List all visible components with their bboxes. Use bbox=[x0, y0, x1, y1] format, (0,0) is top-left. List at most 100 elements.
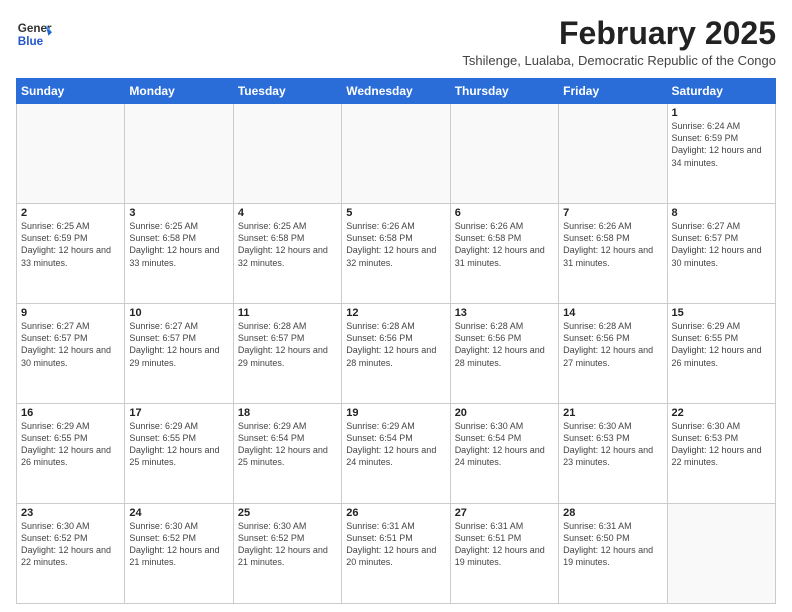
header-row: General Blue February 2025 Tshilenge, Lu… bbox=[16, 16, 776, 68]
day-number: 13 bbox=[455, 307, 554, 319]
day-info: Sunrise: 6:28 AM Sunset: 6:56 PM Dayligh… bbox=[455, 320, 554, 369]
weekday-header-thursday: Thursday bbox=[450, 79, 558, 104]
day-info: Sunrise: 6:30 AM Sunset: 6:54 PM Dayligh… bbox=[455, 420, 554, 469]
calendar-cell: 7Sunrise: 6:26 AM Sunset: 6:58 PM Daylig… bbox=[559, 204, 667, 304]
calendar-cell bbox=[559, 104, 667, 204]
day-number: 11 bbox=[238, 307, 337, 319]
calendar-cell: 10Sunrise: 6:27 AM Sunset: 6:57 PM Dayli… bbox=[125, 304, 233, 404]
weekday-header-row: SundayMondayTuesdayWednesdayThursdayFrid… bbox=[17, 79, 776, 104]
weekday-header-saturday: Saturday bbox=[667, 79, 775, 104]
day-info: Sunrise: 6:31 AM Sunset: 6:51 PM Dayligh… bbox=[346, 520, 445, 569]
calendar-week-1: 1Sunrise: 6:24 AM Sunset: 6:59 PM Daylig… bbox=[17, 104, 776, 204]
calendar-week-5: 23Sunrise: 6:30 AM Sunset: 6:52 PM Dayli… bbox=[17, 504, 776, 604]
calendar-cell bbox=[450, 104, 558, 204]
calendar-body: 1Sunrise: 6:24 AM Sunset: 6:59 PM Daylig… bbox=[17, 104, 776, 604]
calendar-cell: 14Sunrise: 6:28 AM Sunset: 6:56 PM Dayli… bbox=[559, 304, 667, 404]
day-number: 20 bbox=[455, 407, 554, 419]
title-block: February 2025 Tshilenge, Lualaba, Democr… bbox=[462, 16, 776, 68]
main-title: February 2025 bbox=[462, 16, 776, 51]
calendar-cell: 23Sunrise: 6:30 AM Sunset: 6:52 PM Dayli… bbox=[17, 504, 125, 604]
calendar-cell: 25Sunrise: 6:30 AM Sunset: 6:52 PM Dayli… bbox=[233, 504, 341, 604]
day-number: 8 bbox=[672, 207, 771, 219]
day-info: Sunrise: 6:31 AM Sunset: 6:50 PM Dayligh… bbox=[563, 520, 662, 569]
day-info: Sunrise: 6:29 AM Sunset: 6:55 PM Dayligh… bbox=[129, 420, 228, 469]
subtitle: Tshilenge, Lualaba, Democratic Republic … bbox=[462, 53, 776, 68]
day-number: 27 bbox=[455, 507, 554, 519]
calendar-cell: 2Sunrise: 6:25 AM Sunset: 6:59 PM Daylig… bbox=[17, 204, 125, 304]
calendar-cell: 16Sunrise: 6:29 AM Sunset: 6:55 PM Dayli… bbox=[17, 404, 125, 504]
day-number: 16 bbox=[21, 407, 120, 419]
weekday-header-sunday: Sunday bbox=[17, 79, 125, 104]
calendar-week-3: 9Sunrise: 6:27 AM Sunset: 6:57 PM Daylig… bbox=[17, 304, 776, 404]
weekday-header-friday: Friday bbox=[559, 79, 667, 104]
day-info: Sunrise: 6:30 AM Sunset: 6:53 PM Dayligh… bbox=[563, 420, 662, 469]
calendar-cell: 20Sunrise: 6:30 AM Sunset: 6:54 PM Dayli… bbox=[450, 404, 558, 504]
day-number: 28 bbox=[563, 507, 662, 519]
calendar-cell: 5Sunrise: 6:26 AM Sunset: 6:58 PM Daylig… bbox=[342, 204, 450, 304]
calendar-week-2: 2Sunrise: 6:25 AM Sunset: 6:59 PM Daylig… bbox=[17, 204, 776, 304]
day-info: Sunrise: 6:29 AM Sunset: 6:54 PM Dayligh… bbox=[238, 420, 337, 469]
day-number: 12 bbox=[346, 307, 445, 319]
calendar-cell: 19Sunrise: 6:29 AM Sunset: 6:54 PM Dayli… bbox=[342, 404, 450, 504]
calendar-cell: 1Sunrise: 6:24 AM Sunset: 6:59 PM Daylig… bbox=[667, 104, 775, 204]
calendar-header: SundayMondayTuesdayWednesdayThursdayFrid… bbox=[17, 79, 776, 104]
calendar-cell bbox=[17, 104, 125, 204]
day-info: Sunrise: 6:30 AM Sunset: 6:52 PM Dayligh… bbox=[21, 520, 120, 569]
svg-text:Blue: Blue bbox=[18, 35, 44, 48]
logo-icon: General Blue bbox=[16, 16, 52, 52]
day-number: 17 bbox=[129, 407, 228, 419]
day-info: Sunrise: 6:30 AM Sunset: 6:52 PM Dayligh… bbox=[238, 520, 337, 569]
weekday-header-wednesday: Wednesday bbox=[342, 79, 450, 104]
day-info: Sunrise: 6:25 AM Sunset: 6:59 PM Dayligh… bbox=[21, 220, 120, 269]
day-info: Sunrise: 6:28 AM Sunset: 6:56 PM Dayligh… bbox=[346, 320, 445, 369]
day-number: 4 bbox=[238, 207, 337, 219]
day-info: Sunrise: 6:26 AM Sunset: 6:58 PM Dayligh… bbox=[346, 220, 445, 269]
calendar-cell bbox=[342, 104, 450, 204]
day-number: 9 bbox=[21, 307, 120, 319]
day-number: 26 bbox=[346, 507, 445, 519]
day-number: 23 bbox=[21, 507, 120, 519]
calendar-week-4: 16Sunrise: 6:29 AM Sunset: 6:55 PM Dayli… bbox=[17, 404, 776, 504]
day-number: 5 bbox=[346, 207, 445, 219]
calendar-cell: 18Sunrise: 6:29 AM Sunset: 6:54 PM Dayli… bbox=[233, 404, 341, 504]
day-number: 25 bbox=[238, 507, 337, 519]
day-number: 21 bbox=[563, 407, 662, 419]
day-info: Sunrise: 6:31 AM Sunset: 6:51 PM Dayligh… bbox=[455, 520, 554, 569]
calendar-cell bbox=[233, 104, 341, 204]
day-info: Sunrise: 6:27 AM Sunset: 6:57 PM Dayligh… bbox=[21, 320, 120, 369]
day-info: Sunrise: 6:28 AM Sunset: 6:56 PM Dayligh… bbox=[563, 320, 662, 369]
calendar-cell: 22Sunrise: 6:30 AM Sunset: 6:53 PM Dayli… bbox=[667, 404, 775, 504]
logo: General Blue bbox=[16, 16, 56, 52]
day-info: Sunrise: 6:25 AM Sunset: 6:58 PM Dayligh… bbox=[129, 220, 228, 269]
calendar-cell: 28Sunrise: 6:31 AM Sunset: 6:50 PM Dayli… bbox=[559, 504, 667, 604]
calendar-cell: 11Sunrise: 6:28 AM Sunset: 6:57 PM Dayli… bbox=[233, 304, 341, 404]
calendar-cell: 8Sunrise: 6:27 AM Sunset: 6:57 PM Daylig… bbox=[667, 204, 775, 304]
day-info: Sunrise: 6:30 AM Sunset: 6:52 PM Dayligh… bbox=[129, 520, 228, 569]
calendar-table: SundayMondayTuesdayWednesdayThursdayFrid… bbox=[16, 78, 776, 604]
day-info: Sunrise: 6:29 AM Sunset: 6:55 PM Dayligh… bbox=[672, 320, 771, 369]
day-info: Sunrise: 6:26 AM Sunset: 6:58 PM Dayligh… bbox=[455, 220, 554, 269]
day-number: 18 bbox=[238, 407, 337, 419]
day-info: Sunrise: 6:24 AM Sunset: 6:59 PM Dayligh… bbox=[672, 120, 771, 169]
calendar-cell bbox=[125, 104, 233, 204]
calendar-cell: 3Sunrise: 6:25 AM Sunset: 6:58 PM Daylig… bbox=[125, 204, 233, 304]
calendar-cell: 27Sunrise: 6:31 AM Sunset: 6:51 PM Dayli… bbox=[450, 504, 558, 604]
day-info: Sunrise: 6:27 AM Sunset: 6:57 PM Dayligh… bbox=[129, 320, 228, 369]
calendar-cell: 6Sunrise: 6:26 AM Sunset: 6:58 PM Daylig… bbox=[450, 204, 558, 304]
day-number: 14 bbox=[563, 307, 662, 319]
weekday-header-monday: Monday bbox=[125, 79, 233, 104]
calendar-cell: 13Sunrise: 6:28 AM Sunset: 6:56 PM Dayli… bbox=[450, 304, 558, 404]
weekday-header-tuesday: Tuesday bbox=[233, 79, 341, 104]
calendar-cell: 9Sunrise: 6:27 AM Sunset: 6:57 PM Daylig… bbox=[17, 304, 125, 404]
day-number: 10 bbox=[129, 307, 228, 319]
calendar-cell: 21Sunrise: 6:30 AM Sunset: 6:53 PM Dayli… bbox=[559, 404, 667, 504]
calendar-cell: 24Sunrise: 6:30 AM Sunset: 6:52 PM Dayli… bbox=[125, 504, 233, 604]
day-number: 6 bbox=[455, 207, 554, 219]
day-info: Sunrise: 6:28 AM Sunset: 6:57 PM Dayligh… bbox=[238, 320, 337, 369]
day-number: 7 bbox=[563, 207, 662, 219]
day-number: 1 bbox=[672, 107, 771, 119]
day-number: 19 bbox=[346, 407, 445, 419]
day-info: Sunrise: 6:29 AM Sunset: 6:55 PM Dayligh… bbox=[21, 420, 120, 469]
calendar-cell: 4Sunrise: 6:25 AM Sunset: 6:58 PM Daylig… bbox=[233, 204, 341, 304]
day-number: 24 bbox=[129, 507, 228, 519]
